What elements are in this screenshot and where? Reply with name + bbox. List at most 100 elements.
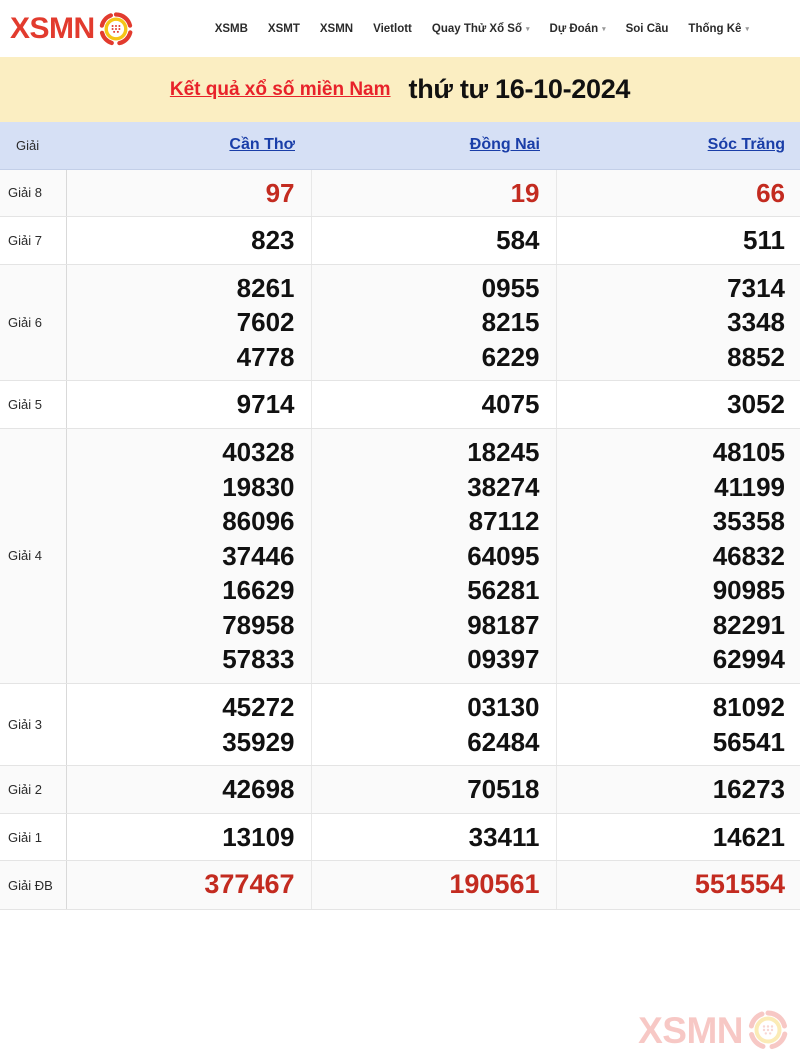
result-cell: 584 xyxy=(311,216,557,265)
chevron-down-icon: ▾ xyxy=(526,26,530,33)
result-cell: 4075 xyxy=(311,380,557,429)
table-row: Giải 8 97 19 66 xyxy=(0,169,800,218)
result-number: 40328 xyxy=(222,436,295,467)
result-number: 3348 xyxy=(727,307,785,338)
result-cell: 45272 35929 xyxy=(66,683,312,767)
result-number: 4778 xyxy=(236,341,295,372)
table-row: Giải ĐB 377467 190561 551554 xyxy=(0,860,800,911)
nav-item-soi-cau[interactable]: Soi Cầu xyxy=(616,17,679,41)
result-number: 70518 xyxy=(467,774,540,805)
result-number: 62994 xyxy=(712,644,785,675)
result-cell: 19 xyxy=(311,169,557,218)
site-logo[interactable]: XSMN xyxy=(10,11,133,46)
province-link[interactable]: Cần Thơ xyxy=(229,136,295,153)
result-number: 511 xyxy=(743,225,785,256)
result-number: 82291 xyxy=(712,609,785,640)
result-number: 86096 xyxy=(222,506,295,537)
table-body: Giải 8 97 19 66 Giải 7 823 584 511 Giải 6 8261 760… xyxy=(0,169,800,911)
nav-label: XSMN xyxy=(319,22,354,35)
result-number: 56541 xyxy=(712,726,785,757)
result-number: 6229 xyxy=(481,341,540,372)
table-row: Giải 5 9714 4075 3052 xyxy=(0,380,800,429)
result-cell: 40328 19830 86096 37446 16629 78958 57833 xyxy=(66,428,312,685)
result-number: 41199 xyxy=(714,471,785,502)
nav-label: Vietlott xyxy=(373,22,412,35)
prize-label: Giải 7 xyxy=(0,216,67,265)
prize-label: Giải 4 xyxy=(0,428,67,685)
brand-text: XSMN xyxy=(10,11,95,45)
result-cell: 33411 xyxy=(311,813,557,862)
prize-label: Giải 1 xyxy=(0,813,67,862)
result-number: 64095 xyxy=(467,540,540,571)
result-number: 87112 xyxy=(468,506,540,537)
result-number: 16629 xyxy=(222,575,295,606)
nav-label: XSMT xyxy=(267,22,300,35)
nav-item-xsmn[interactable]: XSMN xyxy=(310,17,363,41)
nav-label: Soi Cầu xyxy=(625,22,669,35)
results-date: thứ tư 16-10-2024 xyxy=(408,74,631,104)
result-number: 584 xyxy=(496,225,540,256)
result-cell: 97 xyxy=(66,169,312,218)
result-number: 0955 xyxy=(481,272,540,303)
result-cell: 551554 xyxy=(556,860,800,911)
result-number: 97 xyxy=(265,177,295,208)
table-row: Giải 4 40328 19830 86096 37446 16629 78958 5783… xyxy=(0,428,800,685)
result-number: 42698 xyxy=(222,774,295,805)
result-number: 46832 xyxy=(712,540,785,571)
result-cell: 16273 xyxy=(556,765,800,814)
nav-label: XSMB xyxy=(214,22,248,35)
result-number: 81092 xyxy=(712,692,785,723)
result-cell: 18245 38274 87112 64095 56281 98187 09397 xyxy=(311,428,557,685)
nav-item-du-doan[interactable]: Dự Đoán ▾ xyxy=(540,17,616,41)
nav-item-thong-ke[interactable]: Thống Kê ▾ xyxy=(678,17,759,41)
result-cell: 14621 xyxy=(556,813,800,862)
result-number: 823 xyxy=(251,225,295,256)
result-cell: 9714 xyxy=(66,380,312,429)
nav-item-vietlott[interactable]: Vietlott xyxy=(363,17,422,41)
result-cell: 42698 xyxy=(66,765,312,814)
watermark-text: XSMN xyxy=(638,1009,743,1051)
result-number: 19830 xyxy=(222,471,295,502)
result-number: 377467 xyxy=(204,869,295,900)
chevron-down-icon: ▾ xyxy=(745,26,749,33)
result-number: 13109 xyxy=(222,821,295,852)
table-row: Giải 2 42698 70518 16273 xyxy=(0,765,800,814)
result-number: 09397 xyxy=(467,644,540,675)
result-number: 18245 xyxy=(467,436,540,467)
table-row: Giải 1 13109 33411 14621 xyxy=(0,813,800,862)
nav-item-quay-thu-xo-so[interactable]: Quay Thử Xổ Số ▾ xyxy=(422,17,540,41)
table-header: Giải Cần Thơ Đồng Nai Sóc Trăng xyxy=(0,122,800,170)
result-number: 3052 xyxy=(727,389,785,420)
results-title-link[interactable]: Kết quả xổ số miền Nam xyxy=(170,79,391,101)
result-number: 03130 xyxy=(467,692,540,723)
prize-label: Giải ĐB xyxy=(0,860,67,911)
lottery-ball-icon xyxy=(99,11,133,46)
prize-label: Giải 3 xyxy=(0,683,67,767)
site-header: XSMN XSMB XSMT XSMN Vietlott Quay Thử Xổ… xyxy=(0,0,800,57)
province-link[interactable]: Sóc Trăng xyxy=(708,136,785,153)
result-cell: 823 xyxy=(66,216,312,265)
result-cell: 7314 3348 8852 xyxy=(556,264,800,382)
prize-label: Giải 6 xyxy=(0,264,67,382)
main-navigation: XSMB XSMT XSMN Vietlott Quay Thử Xổ Số ▾… xyxy=(205,17,792,41)
result-number: 90985 xyxy=(712,575,785,606)
column-header-province-2: Đồng Nai xyxy=(311,122,556,170)
result-cell: 377467 xyxy=(66,860,312,911)
lottery-ball-icon xyxy=(748,1010,788,1050)
result-cell: 03130 62484 xyxy=(311,683,557,767)
result-cell: 3052 xyxy=(556,380,800,429)
result-number: 48105 xyxy=(712,436,785,467)
nav-item-xsmt[interactable]: XSMT xyxy=(258,17,310,41)
result-cell: 190561 xyxy=(311,860,557,911)
result-number: 4075 xyxy=(481,389,540,420)
result-number: 8261 xyxy=(236,272,295,303)
result-number: 37446 xyxy=(222,540,295,571)
province-link[interactable]: Đồng Nai xyxy=(470,136,540,153)
page-watermark: XSMN xyxy=(638,1010,788,1050)
result-number: 56281 xyxy=(467,575,540,606)
nav-item-xsmb[interactable]: XSMB xyxy=(205,17,258,41)
result-cell: 66 xyxy=(556,169,800,218)
result-number: 66 xyxy=(756,177,785,208)
result-number: 14621 xyxy=(712,821,785,852)
result-cell: 13109 xyxy=(66,813,312,862)
